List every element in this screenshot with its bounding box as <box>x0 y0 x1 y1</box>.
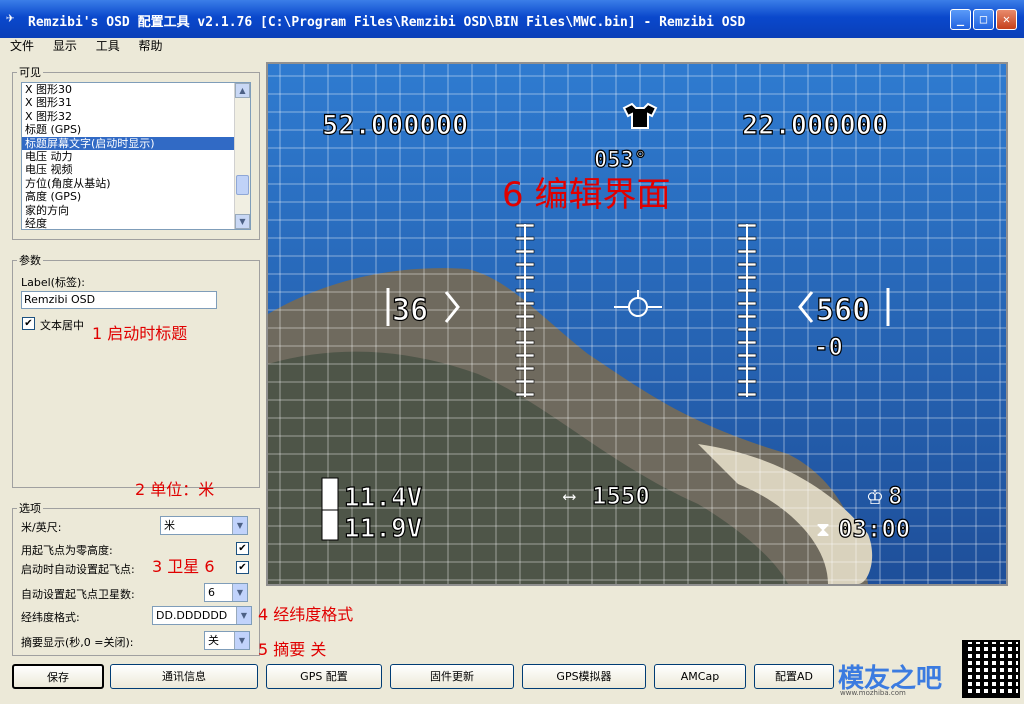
auto-home-checkbox[interactable]: ✔ <box>236 561 249 574</box>
osd-altitude[interactable]: 560 <box>815 292 870 328</box>
list-item[interactable]: 方位(角度从基站) <box>22 177 250 190</box>
annotation-2: 2 单位：米 <box>135 480 215 499</box>
gps-simulator-button[interactable]: GPS模拟器 <box>522 664 646 689</box>
distance-icon: ⟷ <box>563 486 576 507</box>
osd-editor-canvas[interactable]: 52.000000 22.000000 053° 36 560 -0 11.4V… <box>266 62 1008 586</box>
auto-sats-select[interactable]: 6 ▼ <box>204 583 248 602</box>
list-item[interactable]: 高度 (GPS) <box>22 190 250 203</box>
minimize-button[interactable]: _ <box>950 9 971 30</box>
visible-group-legend: 可见 <box>19 66 41 79</box>
auto-sats-label: 自动设置起飞点卫星数: <box>21 588 135 601</box>
zero-alt-label: 用起飞点为零高度: <box>21 544 113 557</box>
config-ad-button[interactable]: 配置AD <box>754 664 834 689</box>
osd-heading[interactable]: 053° <box>593 147 647 173</box>
list-item[interactable]: X 图形30 <box>22 83 250 96</box>
list-item[interactable]: 家的方向 <box>22 204 250 217</box>
battery-1-icon <box>321 477 339 511</box>
params-group-legend: 参数 <box>19 254 41 267</box>
osd-timer[interactable]: 03:00 <box>837 514 910 543</box>
label-caption: Label(标签): <box>21 276 85 289</box>
window-title: Remzibi's OSD 配置工具 v2.1.76 [C:\Program F… <box>28 15 746 30</box>
app-icon: ✈ <box>6 10 15 26</box>
list-item[interactable]: 电压 动力 <box>22 150 250 163</box>
chevron-down-icon[interactable]: ▼ <box>232 517 247 534</box>
chevron-down-icon[interactable]: ▼ <box>234 632 249 649</box>
menu-tools[interactable]: 工具 <box>86 38 125 55</box>
auto-sats-value: 6 <box>208 586 215 599</box>
list-scrollbar[interactable]: ▲ ▼ <box>234 83 250 229</box>
chevron-down-icon[interactable]: ▼ <box>232 584 247 601</box>
qr-code-icon <box>962 640 1020 698</box>
list-item[interactable]: 电压 视频 <box>22 163 250 176</box>
osd-latitude[interactable]: 52.000000 <box>321 109 469 141</box>
osd-vario[interactable]: -0 <box>813 332 843 361</box>
scroll-up-icon[interactable]: ▲ <box>235 83 250 98</box>
annotation-4: 4 经纬度格式 <box>258 605 354 624</box>
osd-sats[interactable]: 8 <box>887 481 903 510</box>
summary-select[interactable]: 关 ▼ <box>204 631 250 650</box>
menu-bar: 文件 显示 工具 帮助 <box>0 38 1024 56</box>
battery-2-icon <box>321 509 339 541</box>
visible-items-list[interactable]: X 图形30 X 图形31 X 图形32 标题 (GPS) 标题屏幕文字(启动时显示) 电… <box>21 82 251 230</box>
watermark-logo: 模友之吧 www.mozhiba.com <box>838 656 958 700</box>
menu-view[interactable]: 显示 <box>43 38 82 55</box>
zero-alt-checkbox[interactable]: ✔ <box>236 542 249 555</box>
osd-longitude[interactable]: 22.000000 <box>741 109 889 141</box>
latlon-select[interactable]: DD.DDDDDD ▼ <box>152 606 252 625</box>
osd-battery-1[interactable]: 11.4V <box>343 482 422 513</box>
scroll-thumb[interactable] <box>236 175 249 195</box>
list-item[interactable]: 标题 (GPS) <box>22 123 250 136</box>
chevron-down-icon[interactable]: ▼ <box>236 607 251 624</box>
osd-preview[interactable]: 52.000000 22.000000 053° 36 560 -0 11.4V… <box>268 64 1006 584</box>
gps-config-button[interactable]: GPS 配置 <box>266 664 382 689</box>
list-item[interactable]: 标题屏幕文字(启动时显示) <box>22 136 250 150</box>
latlon-label: 经纬度格式: <box>21 611 80 624</box>
list-item[interactable]: X 图形31 <box>22 96 250 109</box>
summary-label: 摘要显示(秒,0 =关闭): <box>21 636 134 649</box>
comm-info-button[interactable]: 通讯信息 <box>110 664 258 689</box>
annotation-6: 6 编辑界面 <box>502 175 670 215</box>
watermark-url: www.mozhiba.com <box>840 689 906 697</box>
center-text-checkbox[interactable]: ✔ <box>22 317 35 330</box>
amcap-button[interactable]: AMCap <box>654 664 746 689</box>
timer-icon: ⧗ <box>816 517 830 541</box>
annotation-5: 5 摘要 关 <box>258 640 327 659</box>
title-bar: ✈ Remzibi's OSD 配置工具 v2.1.76 [C:\Program… <box>0 0 1024 38</box>
label-input[interactable]: Remzibi OSD <box>21 291 217 309</box>
osd-speed[interactable]: 36 <box>391 292 428 328</box>
units-select[interactable]: 米 ▼ <box>160 516 248 535</box>
close-button[interactable]: ✕ <box>996 9 1017 30</box>
satellite-icon: ♔ <box>866 485 884 509</box>
options-group-legend: 选项 <box>19 502 41 515</box>
scroll-down-icon[interactable]: ▼ <box>235 214 250 229</box>
firmware-update-button[interactable]: 固件更新 <box>390 664 514 689</box>
auto-home-label: 启动时自动设置起飞点: <box>21 563 135 576</box>
menu-help[interactable]: 帮助 <box>129 38 168 55</box>
units-value: 米 <box>164 519 175 532</box>
list-item[interactable]: X 图形32 <box>22 110 250 123</box>
summary-value: 关 <box>208 634 219 647</box>
center-text-label: 文本居中 <box>40 319 84 332</box>
osd-battery-2[interactable]: 11.9V <box>343 513 422 544</box>
save-button[interactable]: 保存 <box>12 664 104 689</box>
maximize-button[interactable]: □ <box>973 9 994 30</box>
annotation-1: 1 启动时标题 <box>92 324 188 343</box>
units-label: 米/英尺: <box>21 521 62 534</box>
latlon-value: DD.DDDDDD <box>156 609 228 622</box>
menu-file[interactable]: 文件 <box>0 38 39 55</box>
osd-distance[interactable]: 1550 <box>591 481 650 510</box>
list-item[interactable]: 经度 <box>22 217 250 229</box>
annotation-3: 3 卫星 6 <box>152 557 215 576</box>
